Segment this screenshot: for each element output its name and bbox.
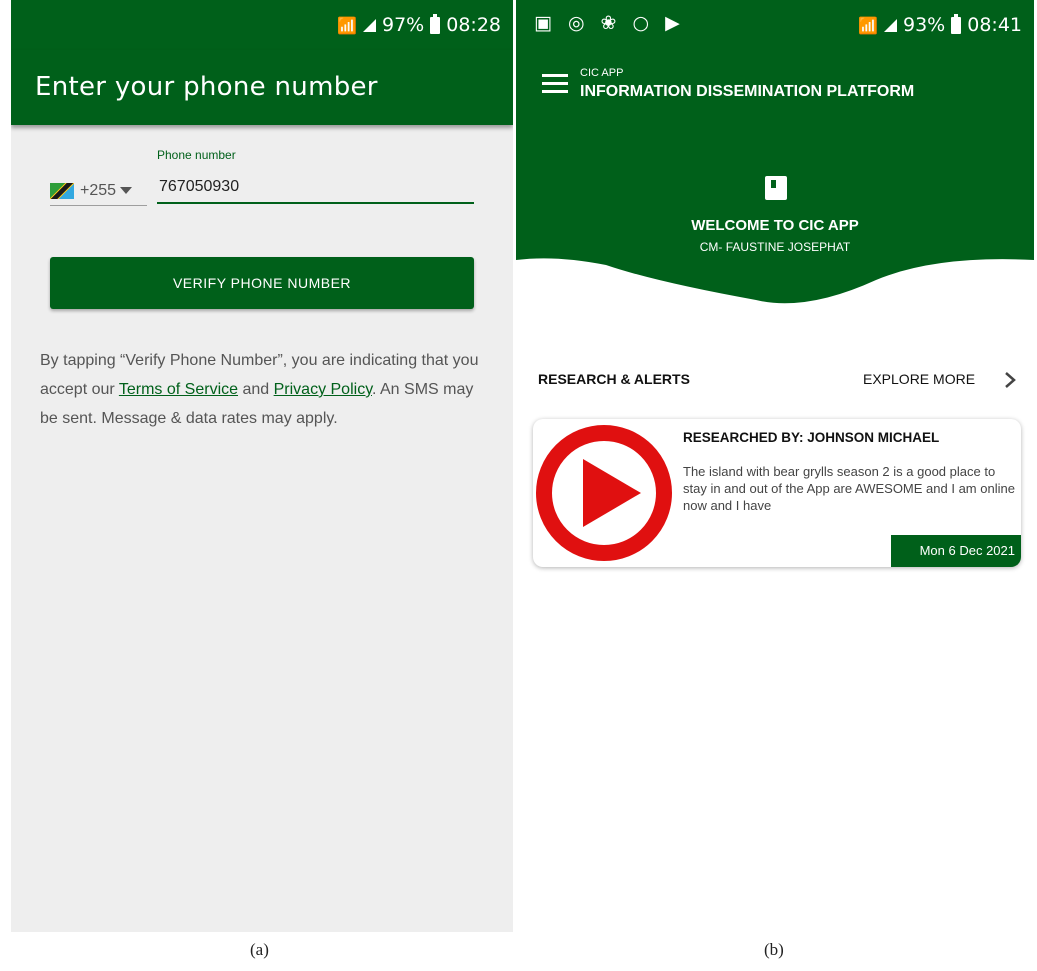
- terms-and: and: [238, 381, 274, 398]
- dropdown-arrow-icon: [120, 187, 133, 194]
- verify-phone-button[interactable]: VERIFY PHONE NUMBER: [50, 257, 474, 309]
- book-icon: [765, 176, 787, 200]
- battery-percent: 93%: [903, 14, 946, 36]
- terms-text: By tapping “Verify Phone Number”, you ar…: [40, 346, 490, 433]
- status-time: 08:41: [967, 14, 1022, 36]
- screen-a: 📶 97% 08:28 Enter your phone number Phon…: [11, 0, 513, 932]
- status-bar: ▣ ◎ ❀ ○ ▶ 📶 93% 08:41: [516, 0, 1034, 50]
- app-subtitle: INFORMATION DISSEMINATION PLATFORM: [580, 83, 915, 100]
- page-title: Enter your phone number: [35, 72, 378, 102]
- country-code-picker[interactable]: +255: [50, 176, 147, 206]
- status-bar: 📶 97% 08:28: [11, 0, 513, 50]
- play-store-icon: ▶: [665, 12, 680, 34]
- tanzania-flag-icon: [50, 182, 74, 199]
- battery-percent: 97%: [382, 14, 425, 36]
- privacy-policy-link[interactable]: Privacy Policy: [274, 381, 372, 398]
- section-title: RESEARCH & ALERTS: [538, 371, 690, 387]
- research-card[interactable]: RESEARCHED BY: JOHNSON MICHAEL The islan…: [533, 419, 1021, 567]
- app-name: CIC APP: [580, 67, 624, 79]
- research-date: Mon 6 Dec 2021: [891, 535, 1021, 567]
- researcher-name: RESEARCHED BY: JOHNSON MICHAEL: [683, 430, 940, 445]
- user-name: CM- FAUSTINE JOSEPHAT: [699, 240, 851, 254]
- research-description: The island with bear grylls season 2 is …: [683, 464, 1015, 513]
- signal-icon: [884, 18, 897, 32]
- phone-number-label: Phone number: [157, 148, 236, 162]
- country-code: +255: [80, 181, 117, 199]
- screen-b: ▣ ◎ ❀ ○ ▶ 📶 93% 08:41 CIC APP INFORMATIO…: [516, 0, 1034, 932]
- chevron-right-icon[interactable]: [1001, 371, 1019, 389]
- battery-icon: [951, 13, 962, 34]
- signal-icon: [363, 18, 376, 32]
- app-bar: Enter your phone number: [11, 50, 513, 125]
- app-icon: ❀: [600, 12, 617, 34]
- caption-a: (a): [250, 940, 269, 959]
- instagram-icon: ◎: [567, 12, 585, 34]
- hamburger-menu-icon[interactable]: [542, 74, 568, 93]
- play-video-icon[interactable]: [533, 419, 681, 567]
- status-time: 08:28: [446, 14, 501, 36]
- welcome-title: WELCOME TO CIC APP: [691, 217, 859, 234]
- wifi-icon: 📶: [858, 15, 878, 35]
- status-indicators: 📶 97% 08:28: [337, 13, 501, 36]
- explore-more-link[interactable]: EXPLORE MORE: [863, 371, 975, 387]
- notification-icons: ▣ ◎ ❀ ○ ▶: [534, 12, 680, 34]
- gallery-icon: ▣: [534, 12, 552, 34]
- phone-number-input[interactable]: [157, 172, 474, 204]
- caption-b: (b): [764, 940, 784, 959]
- battery-icon: [430, 13, 441, 34]
- whatsapp-icon: ○: [632, 12, 650, 34]
- wifi-icon: 📶: [337, 15, 357, 35]
- status-indicators: 📶 93% 08:41: [858, 13, 1022, 36]
- terms-of-service-link[interactable]: Terms of Service: [119, 381, 238, 398]
